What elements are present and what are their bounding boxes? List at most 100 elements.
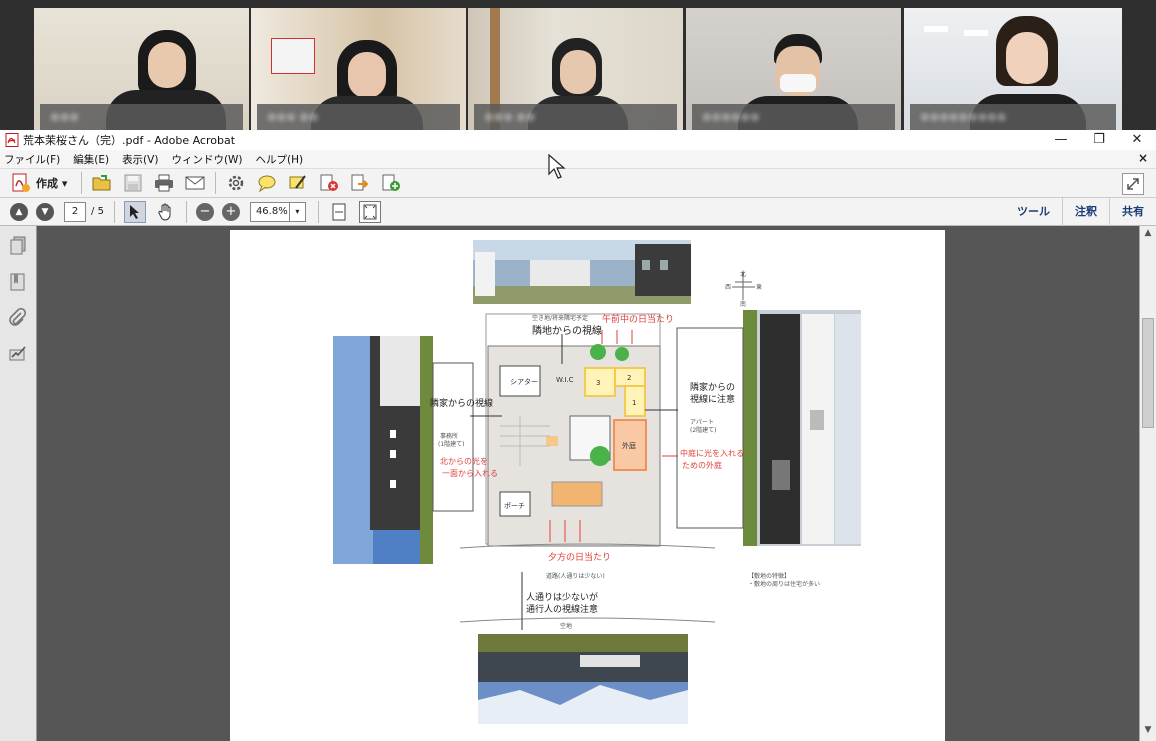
next-page-button[interactable]: ▼: [36, 202, 54, 221]
email-icon[interactable]: [184, 172, 206, 194]
maximize-button[interactable]: ❐: [1080, 130, 1118, 150]
label-office-height: (1階建て): [438, 440, 465, 448]
menu-window[interactable]: ウィンドウ(W): [171, 152, 242, 167]
export-page-icon[interactable]: [349, 172, 371, 194]
fit-page-icon[interactable]: [358, 200, 381, 223]
note-neighbor-view-right-2: 視線に注意: [690, 393, 735, 405]
insert-page-icon[interactable]: [380, 172, 402, 194]
tools-pane-link[interactable]: ツール: [1005, 198, 1062, 226]
participant-name: ●●●: [50, 110, 79, 123]
note-north-light-2: 一面から入れる: [442, 469, 498, 478]
participant-nameplate: ●●● ●●: [257, 104, 460, 130]
document-area: ▲ ▼ 北 南 東 西 シアター W.I.C 3 2 1 外庭 ポーチ 空き地/…: [0, 226, 1156, 741]
navigation-pane: [0, 226, 37, 741]
fit-width-icon[interactable]: [328, 201, 350, 223]
participant-name: ●●●●●●●●●: [920, 110, 1007, 123]
menu-edit[interactable]: 編集(E): [73, 152, 109, 167]
toolbar-divider: [215, 172, 217, 194]
select-cursor-icon[interactable]: [123, 200, 146, 223]
ceiling-light: [964, 30, 988, 36]
label-theater: シアター: [510, 377, 538, 386]
zoom-out-button[interactable]: −: [195, 202, 214, 221]
participant-tile[interactable]: ●●●●●●●●●: [904, 8, 1122, 130]
note-morning-sun: 午前中の日当たり: [602, 313, 674, 325]
label-vacant-lot: 空き地/将来隣宅予定: [532, 314, 588, 322]
save-icon[interactable]: [122, 172, 144, 194]
video-conference-strip: ●●● ●●● ●● ●●● ●● ●●●●●● ●●●●●●●●●: [0, 0, 1156, 130]
attachments-icon[interactable]: [8, 307, 28, 328]
vertical-scrollbar[interactable]: ▲ ▼: [1139, 226, 1156, 741]
page-number-input[interactable]: 2: [64, 201, 86, 222]
label-porch: ポーチ: [504, 502, 525, 510]
compass-west: 西: [725, 284, 731, 291]
scroll-down-arrow[interactable]: ▼: [1140, 725, 1156, 739]
participant-nameplate: ●●●: [40, 104, 243, 130]
participant-nameplate: ●●● ●●: [474, 104, 677, 130]
furniture-table: [551, 481, 603, 507]
label-apartment-height: (2階建て): [690, 426, 717, 434]
navigation-toolbar: ▲ ▼ 2 / 5 − + 46.8% ▾ ツール 注釈 共有: [0, 198, 1156, 226]
participant-tile[interactable]: ●●●●●●: [686, 8, 901, 130]
scroll-up-arrow[interactable]: ▲: [1140, 228, 1156, 242]
create-pdf-icon[interactable]: [10, 172, 32, 194]
hand-tool-icon[interactable]: [155, 201, 177, 223]
participant-face: [560, 50, 596, 94]
note-passerby-1: 人通りは少ないが: [526, 591, 598, 603]
close-document-button[interactable]: ×: [1138, 151, 1148, 165]
menu-view[interactable]: 表示(V): [122, 152, 158, 167]
toolbar-divider: [317, 200, 319, 223]
bookmarks-icon[interactable]: [8, 272, 28, 292]
legend-line: ・敷地の周りは住宅が多い: [748, 580, 820, 588]
scroll-thumb[interactable]: [1142, 318, 1154, 428]
wall-calendar: [271, 38, 315, 74]
share-pane-link[interactable]: 共有: [1109, 198, 1156, 226]
note-passerby-2: 通行人の視線注意: [526, 603, 598, 615]
acrobat-window: 荒本茉桜さん（完）.pdf - Adobe Acrobat — ❐ ✕ ファイル…: [0, 130, 1156, 741]
highlight-pen-icon[interactable]: [287, 172, 309, 194]
pdf-page[interactable]: 北 南 東 西 シアター W.I.C 3 2 1 外庭 ポーチ 空き地/将来隣宅…: [230, 230, 945, 741]
participant-nameplate: ●●●●●●●●●: [910, 104, 1116, 130]
minimize-button[interactable]: —: [1042, 130, 1080, 150]
furniture: [546, 436, 558, 446]
comment-pane-link[interactable]: 注釈: [1062, 198, 1109, 226]
menu-file[interactable]: ファイル(F): [4, 152, 60, 167]
label-office: 事務所: [440, 432, 458, 440]
menu-help[interactable]: ヘルプ(H): [256, 152, 304, 167]
participant-tile[interactable]: ●●●: [34, 8, 249, 130]
note-courtyard-light-2: ための外庭: [682, 460, 722, 470]
create-menu-button[interactable]: 作成 ▾: [36, 175, 67, 191]
room-number-1: 1: [632, 399, 636, 407]
close-button[interactable]: ✕: [1118, 130, 1156, 150]
toolbar-divider: [185, 200, 187, 223]
zoom-in-button[interactable]: +: [221, 202, 240, 221]
tree-icon: [590, 446, 610, 466]
top-site-photo: [473, 240, 691, 304]
menu-bar: ファイル(F) 編集(E) 表示(V) ウィンドウ(W) ヘルプ(H) ×: [0, 150, 1156, 168]
note-neighbor-view-right-1: 隣家からの: [690, 381, 735, 393]
comment-icon[interactable]: [256, 172, 278, 194]
open-folder-icon[interactable]: [91, 172, 113, 194]
print-icon[interactable]: [153, 172, 175, 194]
participant-tile[interactable]: ●●● ●●: [251, 8, 466, 130]
right-site-photo: [743, 310, 861, 546]
participant-name: ●●●●●●: [702, 110, 760, 123]
delete-page-icon[interactable]: [318, 172, 340, 194]
participant-tile[interactable]: ●●● ●●: [468, 8, 683, 130]
mouse-pointer-icon: [548, 154, 566, 179]
page-thumbnails-icon[interactable]: [8, 236, 28, 256]
zoom-dropdown-button[interactable]: ▾: [289, 201, 306, 222]
title-bar[interactable]: 荒本茉桜さん（完）.pdf - Adobe Acrobat — ❐ ✕: [0, 130, 1156, 150]
pdf-file-icon: [5, 133, 19, 147]
compass-south: 南: [740, 300, 746, 308]
expand-icon[interactable]: [1122, 173, 1144, 195]
ceiling-light: [924, 26, 948, 32]
site-plan-drawing: 北 南 東 西 シアター W.I.C 3 2 1 外庭 ポーチ 空き地/将来隣宅…: [333, 240, 861, 724]
note-evening-sun: 夕方の日当たり: [548, 551, 611, 563]
gear-icon[interactable]: [225, 172, 247, 194]
zoom-level-input[interactable]: 46.8%: [249, 201, 290, 222]
label-vacant-bottom: 空地: [560, 622, 572, 630]
toolbar-divider: [113, 200, 115, 223]
label-wic: W.I.C: [556, 376, 574, 384]
previous-page-button[interactable]: ▲: [10, 202, 28, 221]
signatures-icon[interactable]: [8, 344, 28, 364]
